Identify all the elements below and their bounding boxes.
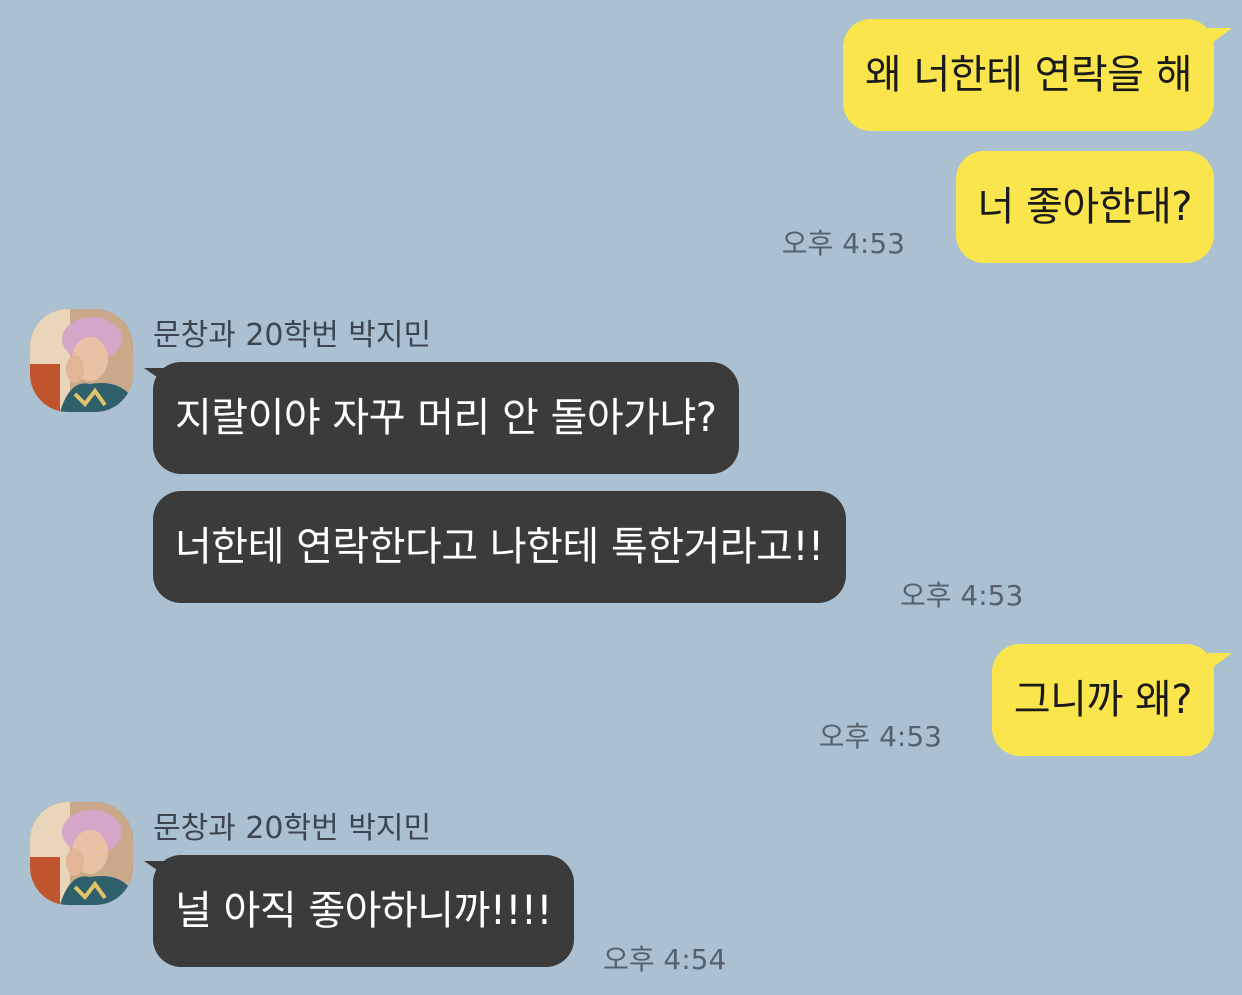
my-message-bubble[interactable]: 왜 너한테 연락을 해 bbox=[842, 19, 1214, 131]
message-text: 널 아직 좋아하니까!!!! bbox=[175, 888, 552, 934]
message-text: 왜 너한테 연락을 해 bbox=[864, 52, 1193, 98]
message-timestamp: 오후 4:54 bbox=[603, 943, 727, 976]
profile-photo-avatar-icon bbox=[30, 309, 133, 412]
message-timestamp: 오후 4:53 bbox=[781, 227, 905, 260]
their-message-bubble[interactable]: 지랄이야 자꾸 머리 안 돌아가냐? bbox=[153, 362, 739, 474]
my-message-bubble[interactable]: 너 좋아한대? bbox=[955, 151, 1214, 263]
bubble-tail bbox=[144, 368, 170, 386]
message-text: 너한테 연락한다고 나한테 톡한거라고!! bbox=[175, 524, 824, 570]
sender-name: 문창과 20학번 박지민 bbox=[153, 811, 432, 846]
message-timestamp: 오후 4:53 bbox=[900, 579, 1024, 612]
message-text: 너 좋아한대? bbox=[977, 184, 1193, 230]
message-text: 지랄이야 자꾸 머리 안 돌아가냐? bbox=[175, 395, 717, 441]
their-message-bubble[interactable]: 너한테 연락한다고 나한테 톡한거라고!! bbox=[153, 491, 846, 603]
sender-name: 문창과 20학번 박지민 bbox=[153, 318, 432, 353]
message-text: 그니까 왜? bbox=[1013, 677, 1193, 723]
sender-avatar[interactable] bbox=[30, 802, 133, 905]
bubble-tail bbox=[1208, 653, 1232, 671]
sender-avatar[interactable] bbox=[30, 309, 133, 412]
profile-photo-avatar-icon bbox=[30, 802, 133, 905]
bubble-tail bbox=[144, 861, 170, 879]
message-timestamp: 오후 4:53 bbox=[818, 720, 942, 753]
bubble-tail bbox=[1208, 28, 1232, 46]
chat-area: 왜 너한테 연락을 해 너 좋아한대? 오후 4:53 문창과 20학번 박지민… bbox=[0, 0, 1242, 995]
my-message-bubble[interactable]: 그니까 왜? bbox=[991, 644, 1214, 756]
their-message-bubble[interactable]: 널 아직 좋아하니까!!!! bbox=[153, 855, 574, 967]
